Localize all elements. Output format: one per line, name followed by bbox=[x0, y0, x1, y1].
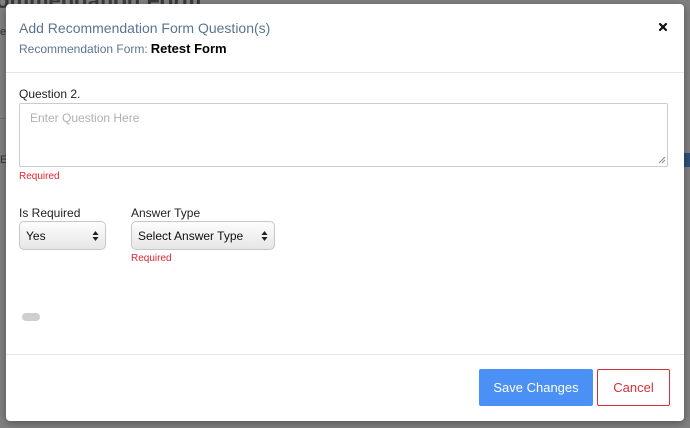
form-name: Retest Form bbox=[150, 41, 227, 56]
close-button[interactable] bbox=[656, 21, 670, 35]
question-label: Question 2. bbox=[19, 87, 81, 101]
save-changes-button[interactable]: Save Changes bbox=[479, 369, 593, 406]
add-question-modal: Add Recommendation Form Question(s) Reco… bbox=[6, 4, 684, 421]
question-input[interactable] bbox=[19, 103, 668, 167]
answer-type-select[interactable]: Select Answer Type bbox=[131, 221, 275, 250]
answer-type-label: Answer Type bbox=[131, 206, 201, 220]
resize-grip-icon[interactable] bbox=[658, 156, 666, 164]
toggle-switch[interactable] bbox=[22, 313, 40, 321]
is-required-label: Is Required bbox=[19, 206, 81, 220]
subtitle-label: Recommendation Form: bbox=[19, 42, 148, 56]
answer-type-value: Select Answer Type bbox=[138, 229, 244, 243]
cancel-button[interactable]: Cancel bbox=[597, 369, 670, 406]
modal-header: Add Recommendation Form Question(s) Reco… bbox=[6, 4, 684, 73]
is-required-select[interactable]: Yes bbox=[19, 221, 106, 250]
answer-type-error: Required bbox=[131, 253, 172, 264]
select-arrows-icon bbox=[92, 231, 99, 241]
select-arrows-icon bbox=[261, 231, 268, 241]
background-button-edge bbox=[684, 153, 690, 167]
close-icon bbox=[658, 22, 668, 32]
footer-divider bbox=[6, 354, 684, 355]
is-required-value: Yes bbox=[26, 229, 46, 243]
modal-title: Add Recommendation Form Question(s) bbox=[19, 20, 271, 36]
question-error: Required bbox=[19, 171, 60, 182]
modal-subtitle: Recommendation Form: Retest Form bbox=[19, 41, 227, 56]
